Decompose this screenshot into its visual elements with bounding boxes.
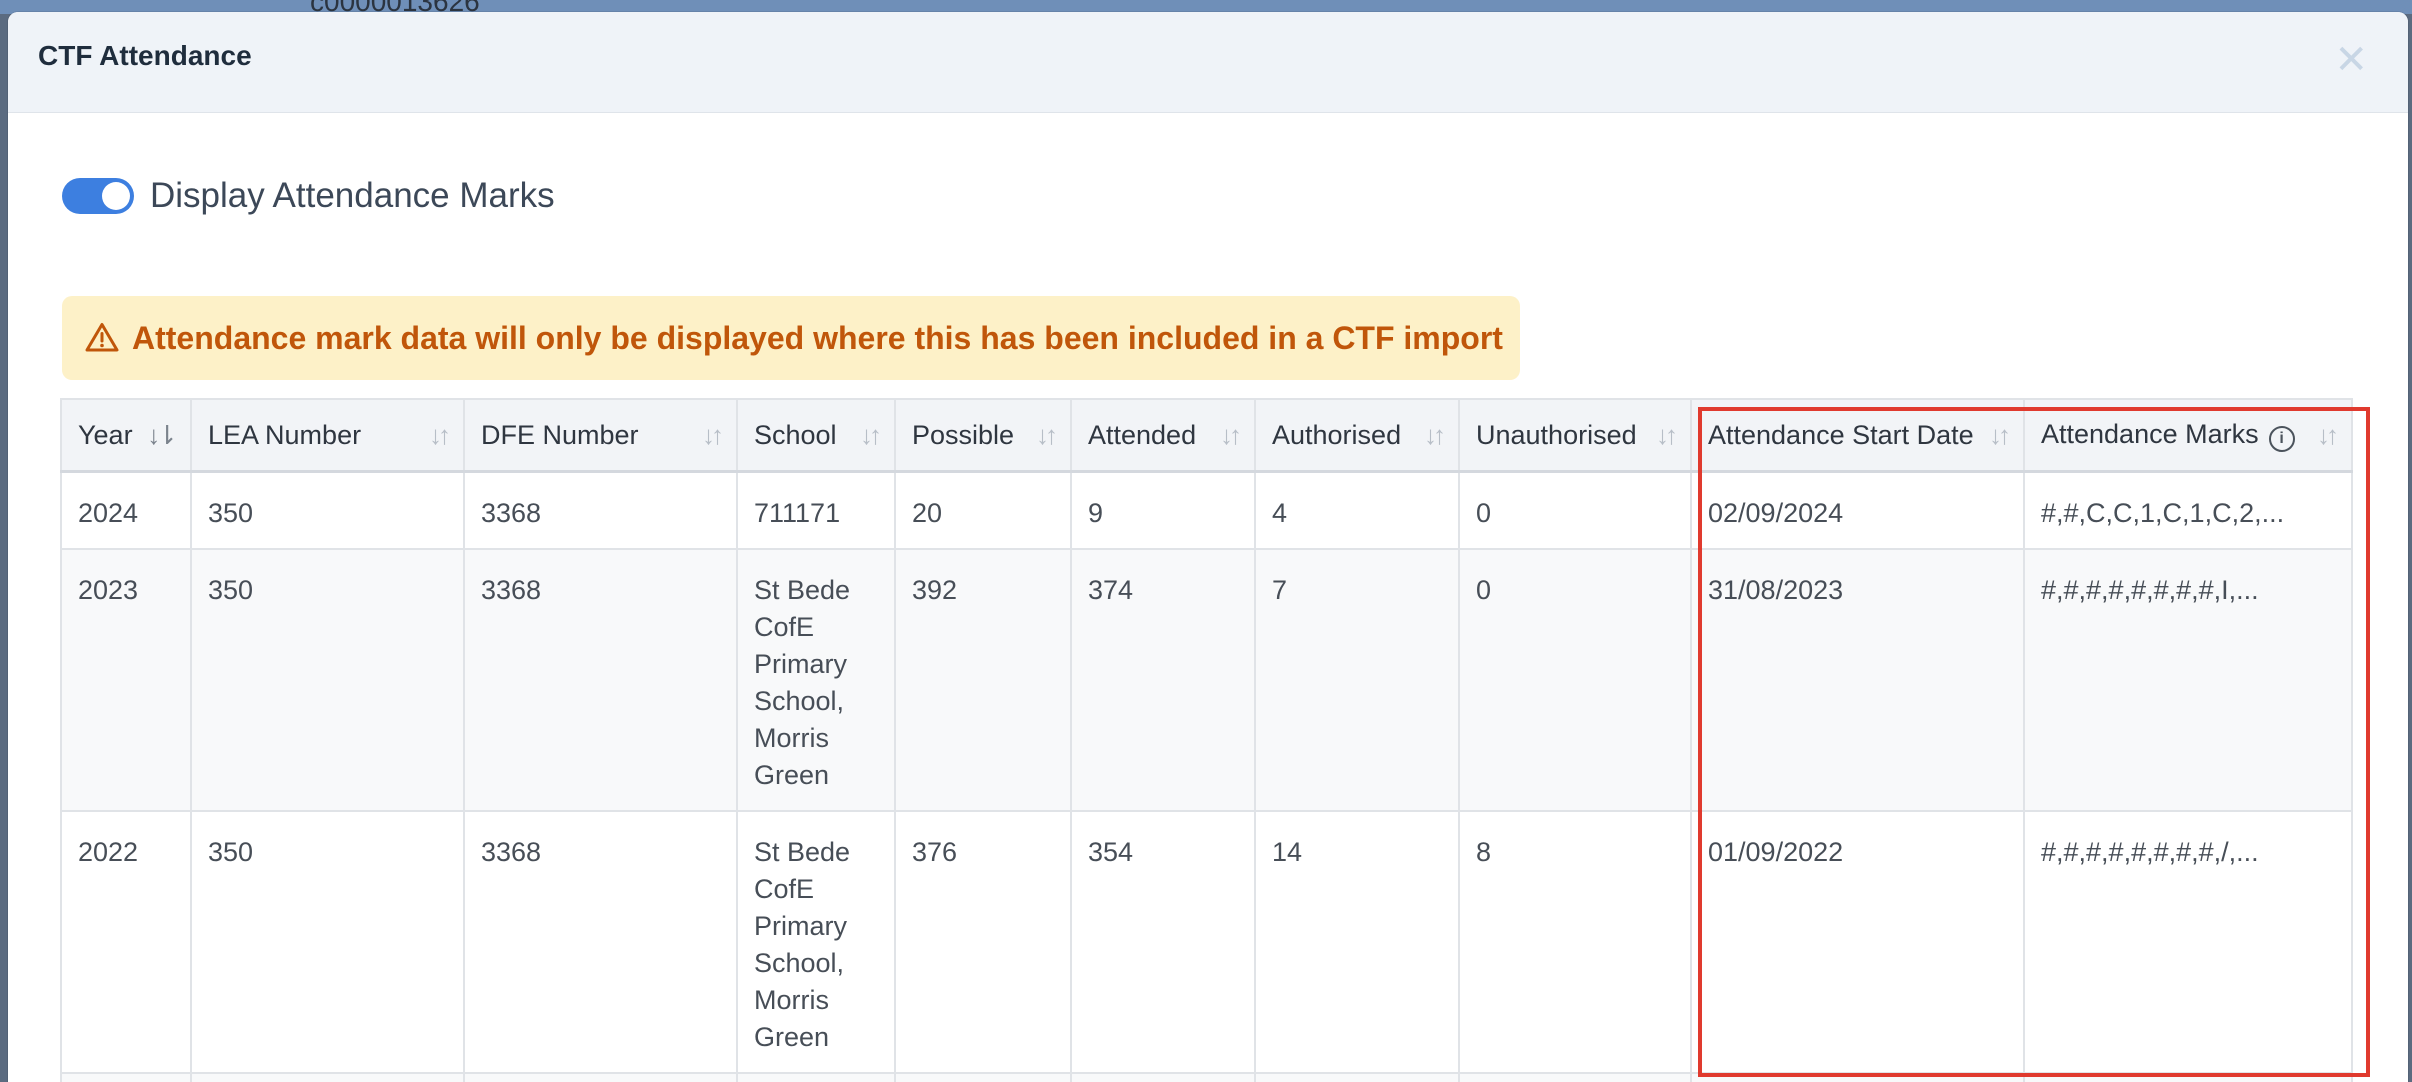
column-header-label: Attendance Start Date xyxy=(1708,419,1974,450)
column-header-school[interactable]: School ↓↑ xyxy=(736,398,896,473)
cell-unauthorised: 0 xyxy=(1458,470,1692,550)
cell-attendance-start-date: 02/09/2024 xyxy=(1690,470,2025,550)
cell-school: St Bede CofE Primary School, Morris Gree… xyxy=(736,548,896,812)
cell-lea-number: 350 xyxy=(190,548,465,812)
cell-year: 2023 xyxy=(60,548,192,812)
cell-attendance-marks: #,#,C,C,1,C,1,C,2,... xyxy=(2023,470,2353,550)
close-icon[interactable]: ✕ xyxy=(2334,40,2368,80)
cell-lea-number: 350 xyxy=(190,810,465,1074)
sort-icon[interactable]: ↓↑ xyxy=(1036,420,1058,451)
info-icon[interactable]: i xyxy=(2268,425,2295,452)
column-header-label: Year xyxy=(78,419,133,450)
cell-authorised: 14 xyxy=(1254,810,1460,1074)
cell-attendance-marks: #,#,#,#,#,#,#,#,I,... xyxy=(2023,548,2353,812)
cell-authorised: 7 xyxy=(1254,548,1460,812)
sort-icon[interactable]: ↓↑ xyxy=(1989,420,2011,451)
column-header-label: School xyxy=(754,419,837,450)
column-header-label: Authorised xyxy=(1272,419,1402,450)
cell-attended: 354 xyxy=(1070,810,1256,1074)
sort-icon[interactable]: ↓↑ xyxy=(702,420,724,451)
sort-icon[interactable]: ↓↑ xyxy=(429,420,451,451)
column-header-possible[interactable]: Possible ↓↑ xyxy=(894,398,1072,473)
column-header-label: Possible xyxy=(912,419,1015,450)
column-header-label: Unauthorised xyxy=(1476,419,1637,450)
display-marks-toggle-row[interactable]: Display Attendance Marks xyxy=(62,176,555,216)
cell-attendance-start-date: 31/08/2023 xyxy=(1690,548,2025,812)
table-row: 2023 350 3368 St Bede CofE Primary Schoo… xyxy=(60,548,2353,812)
column-header-authorised[interactable]: Authorised ↓↑ xyxy=(1254,398,1460,473)
column-header-attendance-start-date[interactable]: Attendance Start Date ↓↑ xyxy=(1690,398,2025,473)
sort-desc-icon[interactable]: ↓⇂ xyxy=(147,420,178,451)
cell-unauthorised: 0 xyxy=(1458,548,1692,812)
cell-authorised: 4 xyxy=(1254,470,1460,550)
cell-attendance-start-date: 01/09/2022 xyxy=(1690,810,2025,1074)
column-header-label: Attendance Marks xyxy=(2041,418,2259,449)
sort-icon[interactable]: ↓↑ xyxy=(1424,420,1446,451)
sort-icon[interactable]: ↓↑ xyxy=(1656,420,1678,451)
column-header-lea-number[interactable]: LEA Number ↓↑ xyxy=(190,398,465,473)
cell-attendance-marks: #,#,#,#,#,#,#,#,/,... xyxy=(2023,810,2353,1074)
table-row: 2022 350 3368 St Bede CofE Primary Schoo… xyxy=(60,810,2353,1074)
sort-icon[interactable]: ↓↑ xyxy=(1220,420,1242,451)
cell-school: St Bede CofE Primary School, Morris Gree… xyxy=(736,810,896,1074)
column-header-attended[interactable]: Attended ↓↑ xyxy=(1070,398,1256,473)
column-header-label: DFE Number xyxy=(481,419,639,450)
cell-year: 2024 xyxy=(60,470,192,550)
cell-unauthorised: 8 xyxy=(1458,810,1692,1074)
cell-possible: 392 xyxy=(894,548,1072,812)
modal-title: CTF Attendance xyxy=(38,40,252,71)
warning-icon xyxy=(85,323,119,352)
modal-header: CTF Attendance ✕ xyxy=(8,12,2408,113)
table-header-row: Year ↓⇂ LEA Number ↓↑ DFE Number ↓↑ School ↓… xyxy=(60,398,2353,473)
ctf-attendance-modal: CTF Attendance ✕ Display Attendance Mark… xyxy=(8,12,2408,1082)
cell-possible: 376 xyxy=(894,810,1072,1074)
attendance-table: Year ↓⇂ LEA Number ↓↑ DFE Number ↓↑ School ↓… xyxy=(60,398,2353,1082)
cell-dfe-number: 3368 xyxy=(463,548,738,812)
sort-icon[interactable]: ↓↑ xyxy=(860,420,882,451)
attendance-warning-alert: Attendance mark data will only be displa… xyxy=(62,296,1520,380)
column-header-year[interactable]: Year ↓⇂ xyxy=(60,398,192,473)
alert-text: Attendance mark data will only be displa… xyxy=(132,319,1503,356)
cell-year: 2022 xyxy=(60,810,192,1074)
cell-school: 711171 xyxy=(736,470,896,550)
toggle-knob xyxy=(102,182,130,210)
cell-attended: 374 xyxy=(1070,548,1256,812)
cell-dfe-number: 3368 xyxy=(463,810,738,1074)
cell-possible: 20 xyxy=(894,470,1072,550)
toggle-label: Display Attendance Marks xyxy=(150,176,555,215)
cell-dfe-number: 3368 xyxy=(463,470,738,550)
column-header-label: Attended xyxy=(1088,419,1197,450)
cell-lea-number: 350 xyxy=(190,470,465,550)
column-header-attendance-marks[interactable]: Attendance Marks i ↓↑ xyxy=(2023,398,2353,473)
cell-attended: 9 xyxy=(1070,470,1256,550)
table-row: 2024 350 3368 711171 20 9 4 0 02/09/2024… xyxy=(60,470,2353,550)
column-header-dfe-number[interactable]: DFE Number ↓↑ xyxy=(463,398,738,473)
display-marks-toggle[interactable] xyxy=(62,178,134,214)
column-header-label: LEA Number xyxy=(208,419,362,450)
table-row-partial xyxy=(60,1072,2353,1082)
sort-icon[interactable]: ↓↑ xyxy=(2317,420,2339,451)
attendance-table-wrap: Year ↓⇂ LEA Number ↓↑ DFE Number ↓↑ School ↓… xyxy=(60,398,2353,1082)
column-header-unauthorised[interactable]: Unauthorised ↓↑ xyxy=(1458,398,1692,473)
